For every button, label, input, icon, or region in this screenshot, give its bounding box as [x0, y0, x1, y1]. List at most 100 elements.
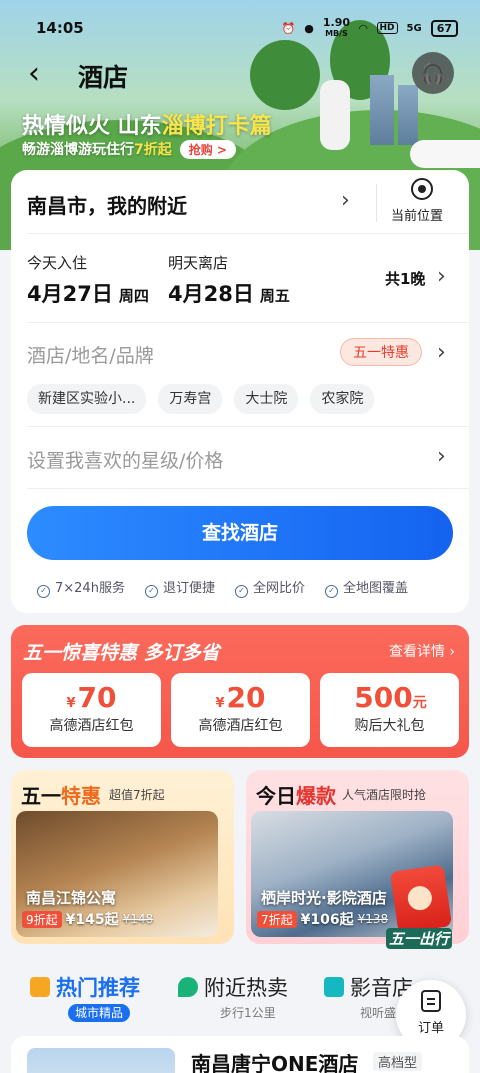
back-icon[interactable]: ‹: [28, 59, 58, 90]
checkin-date-value: 4月27日: [27, 282, 113, 306]
tab-label: 热门推荐: [56, 976, 140, 1000]
grab-button[interactable]: 抢购 >: [179, 139, 236, 159]
deal-hotel-name: 南昌江锦公寓: [26, 889, 117, 907]
chevron-right-icon[interactable]: ›: [437, 264, 446, 289]
deal-title-accent: 特惠: [61, 784, 101, 808]
hot-tag[interactable]: 新建区实验小...: [27, 384, 147, 414]
coupon-card[interactable]: ¥70 高德酒店红包: [22, 673, 161, 747]
tab-label: 附近热卖: [204, 976, 288, 1000]
city-selector[interactable]: 南昌市，我的附近: [27, 190, 187, 219]
deal-card-holiday[interactable]: 五一特惠 超值7折起 南昌江锦公寓 9折起 ¥145起 ¥148: [11, 770, 234, 944]
hot-tags: 新建区实验小... 万寿宫 大士院 农家院: [27, 384, 375, 414]
checkout-label: 明天离店: [168, 254, 229, 272]
guarantee-item: ✓ 全地图覆盖: [324, 577, 408, 598]
check-icon: ✓: [144, 585, 158, 598]
deal-subtitle: 超值7折起: [109, 788, 165, 802]
checkin-label: 今天入住: [27, 254, 88, 272]
checkout-weekday: 周五: [259, 287, 290, 305]
chevron-right-icon[interactable]: ›: [437, 444, 446, 469]
guarantee-label: 全地图覆盖: [342, 581, 408, 596]
checkin-date[interactable]: 4月27日 周四: [27, 278, 149, 308]
hd-icon: HD: [376, 22, 398, 34]
guarantee-label: 退订便捷: [162, 581, 215, 596]
view-details-link[interactable]: 查看详情 ›: [389, 641, 455, 661]
banner-title[interactable]: 热情似火 山东淄博打卡篇: [22, 108, 272, 140]
deal-hotel-name: 栖岸时光·影院酒店: [261, 889, 387, 907]
banner-title-highlight: 淄博打卡篇: [161, 114, 272, 139]
guarantee-item: ✓ 全网比价: [234, 577, 305, 598]
hot-tag[interactable]: 大士院: [234, 384, 299, 414]
checkin-weekday: 周四: [118, 287, 149, 305]
hotel-name: 南昌唐宁ONE酒店: [191, 1052, 359, 1073]
keyword-input[interactable]: 酒店/地名/品牌: [27, 341, 154, 368]
order-icon: [421, 990, 441, 1012]
guarantee-label: 全网比价: [252, 581, 305, 596]
view-details-label: 查看详情: [388, 644, 445, 660]
hotel-level-badge: 高档型: [373, 1052, 423, 1071]
wifi-icon: ◠: [359, 21, 368, 35]
holiday-promo-panel: 五一惊喜特惠 多订多省 查看详情 › ¥70 高德酒店红包 ¥20 高德酒店红包…: [11, 625, 469, 758]
divider: [27, 488, 469, 489]
video-icon: [324, 977, 344, 997]
divider: [27, 426, 469, 427]
original-price: ¥138: [357, 912, 389, 926]
deal-subtitle: 人气酒店限时抢: [342, 788, 427, 802]
order-label: 订单: [417, 1021, 444, 1036]
tab-nearby[interactable]: 附近热卖: [178, 972, 288, 1002]
red-envelope-label: 五一出行: [386, 928, 453, 949]
red-envelope-widget[interactable]: 五一出行: [386, 864, 466, 952]
net-speed-value: 1.90: [322, 15, 351, 29]
promo-badge[interactable]: 五一特惠: [340, 338, 422, 366]
deal-title-accent: 爆款: [296, 784, 336, 808]
banner-subtitle: 畅游淄博游玩住行7折起 抢购 >: [22, 139, 236, 159]
nights-count[interactable]: 共1晚: [385, 268, 425, 289]
chevron-right-icon[interactable]: ›: [437, 340, 446, 365]
chevron-right-icon[interactable]: ›: [341, 188, 350, 213]
current-location-button[interactable]: 当前位置: [391, 205, 443, 224]
red-envelope-icon: [389, 864, 453, 934]
coupon-unit: 元: [412, 695, 427, 711]
deal-title: 五一特惠: [21, 780, 101, 809]
nav-bar: ‹ 酒店: [0, 56, 480, 96]
hotel-photo[interactable]: 南昌江锦公寓 9折起 ¥145起 ¥148: [16, 811, 218, 937]
customer-service-icon[interactable]: 🎧: [412, 52, 454, 94]
divider: [27, 322, 469, 323]
tab-subtitle: 视听盛: [360, 1006, 397, 1020]
coupon-name: 高德酒店红包: [49, 718, 134, 734]
coupon-currency: ¥: [66, 696, 76, 711]
coupon-amount: 70: [77, 681, 117, 714]
deal-price: 9折起 ¥145起 ¥148: [22, 909, 153, 929]
net-speed-unit: MB/S: [325, 28, 348, 38]
deal-title-text: 五一: [21, 784, 61, 808]
net-speed: 1.90 MB/S: [322, 15, 351, 39]
coupon-amount: 500: [354, 681, 413, 714]
coupon-name: 高德酒店红包: [198, 718, 283, 734]
find-hotel-button[interactable]: 查找酒店: [27, 506, 453, 560]
guarantee-label: 7×24h服务: [55, 581, 125, 596]
discount-badge: 9折起: [22, 910, 62, 928]
discount-badge: 7折起: [257, 910, 297, 928]
coupon-amount: 20: [226, 681, 266, 714]
tab-hot-recommend[interactable]: 热门推荐: [30, 972, 140, 1002]
hotel-list-item[interactable]: 南昌唐宁ONE酒店 高档型: [11, 1036, 469, 1073]
hotel-thumbnail: [27, 1048, 175, 1073]
check-icon: ✓: [234, 585, 248, 598]
checkout-date[interactable]: 4月28日 周五: [168, 278, 290, 308]
coupon-card[interactable]: ¥20 高德酒店红包: [171, 673, 310, 747]
banner-subtitle-text: 畅游淄博游玩住行: [22, 142, 134, 158]
banner-train: [410, 140, 480, 168]
page-title: 酒店: [78, 63, 129, 92]
coupon-card[interactable]: 500元 购后大礼包: [320, 673, 459, 747]
status-time: 14:05: [36, 19, 84, 37]
star-price-selector[interactable]: 设置我喜欢的星级/价格: [27, 446, 223, 473]
check-icon: ✓: [324, 585, 338, 598]
hot-tag[interactable]: 万寿宫: [158, 384, 223, 414]
guarantee-item: ✓ 7×24h服务: [37, 577, 125, 598]
crosshair-icon[interactable]: [411, 178, 433, 200]
service-guarantees: ✓ 7×24h服务 ✓ 退订便捷 ✓ 全网比价 ✓ 全地图覆盖: [37, 577, 408, 598]
promo-panel-title: 五一惊喜特惠 多订多省: [23, 642, 220, 664]
signal-icon: 5G: [406, 22, 422, 34]
thumbs-up-icon: [30, 977, 50, 997]
price-value: ¥106起: [300, 912, 354, 928]
hot-tag[interactable]: 农家院: [310, 384, 375, 414]
